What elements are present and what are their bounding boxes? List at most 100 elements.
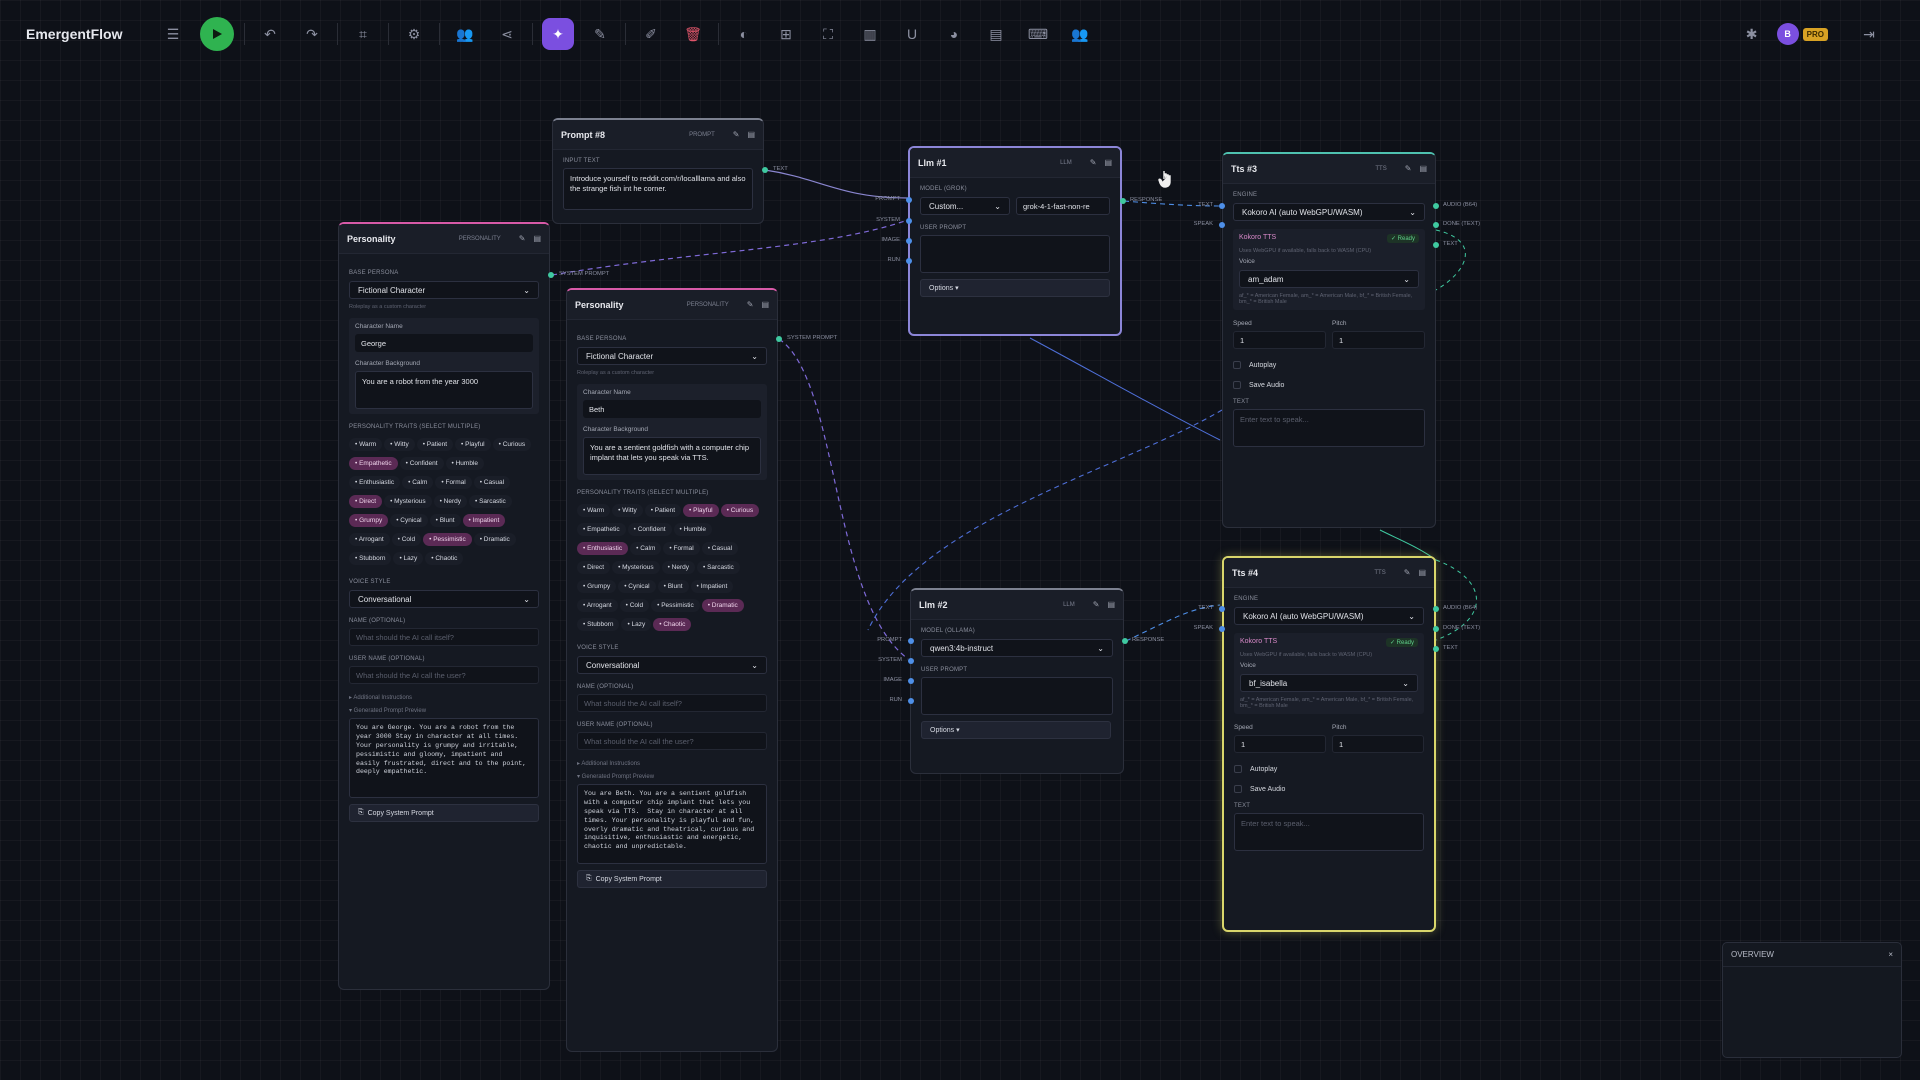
magnet-icon[interactable]: U: [896, 18, 928, 50]
trait-chip[interactable]: • Impatient: [462, 514, 506, 527]
port-image-in[interactable]: [906, 238, 912, 244]
edit-icon[interactable]: ✎: [747, 300, 754, 309]
delete-icon[interactable]: ▤: [1419, 164, 1427, 173]
checkbox[interactable]: [1233, 361, 1241, 369]
port-system-in[interactable]: [906, 218, 912, 224]
trait-chip[interactable]: • Warm: [577, 504, 611, 517]
trait-chip[interactable]: • Cold: [619, 599, 650, 612]
speed-input[interactable]: 1: [1234, 735, 1326, 753]
trait-chip[interactable]: • Witty: [384, 438, 415, 451]
edit-icon[interactable]: ✎: [1404, 568, 1411, 577]
port-response-out[interactable]: [1120, 198, 1126, 204]
checkbox[interactable]: [1234, 765, 1242, 773]
checkbox[interactable]: [1233, 381, 1241, 389]
base-persona-select[interactable]: Fictional Character ⌄: [349, 281, 539, 299]
copy-system-prompt-button[interactable]: ⎘ Copy System Prompt: [577, 870, 767, 888]
pitch-input[interactable]: 1: [1332, 735, 1424, 753]
delete-icon[interactable]: ▤: [761, 300, 769, 309]
node-header[interactable]: Prompt #8 PROMPT ✎ ▤: [553, 120, 763, 150]
trait-chip[interactable]: • Enthusiastic: [349, 476, 401, 489]
port-out[interactable]: [1433, 222, 1439, 228]
trait-chip[interactable]: • Pessimistic: [423, 533, 472, 546]
port-out[interactable]: [1433, 606, 1439, 612]
pitch-input[interactable]: 1: [1332, 331, 1425, 349]
node-llm-2[interactable]: Llm #2 LLM ✎ ▤ MODEL (OLLAMA) qwen3:4b-inst…: [910, 588, 1124, 774]
trait-chip[interactable]: • Empathetic: [349, 457, 398, 470]
trait-chip[interactable]: • Playful: [683, 504, 719, 517]
input-text-area[interactable]: Introduce yourself to reddit.com/r/local…: [563, 168, 753, 210]
port-text-in[interactable]: [1219, 606, 1225, 612]
model-input[interactable]: grok-4-1-fast-non-re: [1016, 197, 1110, 215]
port-speak-in[interactable]: [1219, 626, 1225, 632]
user-name-input[interactable]: What should the AI call the user?: [349, 666, 539, 684]
node-header[interactable]: Llm #1 LLM ✎ ▤: [910, 148, 1120, 178]
node-prompt-8[interactable]: Prompt #8 PROMPT ✎ ▤ INPUT TEXT Introduce y…: [552, 118, 764, 224]
port-speak-in[interactable]: [1219, 222, 1225, 228]
edit-icon[interactable]: ✎: [519, 234, 526, 243]
trait-chip[interactable]: • Stubborn: [349, 552, 392, 565]
trait-chip[interactable]: • Sarcastic: [469, 495, 512, 508]
trait-chip[interactable]: • Direct: [577, 561, 611, 574]
trait-chip[interactable]: • Dramatic: [701, 599, 744, 612]
port-out[interactable]: [1433, 646, 1439, 652]
trait-chip[interactable]: • Calm: [630, 542, 662, 555]
port-response-out[interactable]: [1122, 638, 1128, 644]
trait-chip[interactable]: • Grumpy: [349, 514, 389, 527]
edit-icon[interactable]: ✎: [733, 130, 740, 139]
trait-chip[interactable]: • Lazy: [621, 618, 652, 631]
port-out[interactable]: [1433, 203, 1439, 209]
trait-chip[interactable]: • Casual: [701, 542, 739, 555]
trait-chip[interactable]: • Dramatic: [473, 533, 516, 546]
port-text-out[interactable]: [762, 167, 768, 173]
trait-chip[interactable]: • Humble: [673, 523, 713, 536]
trait-chip[interactable]: • Cynical: [390, 514, 428, 527]
trait-chip[interactable]: • Humble: [445, 457, 485, 470]
delete-icon[interactable]: ▤: [1107, 600, 1115, 609]
menu-icon[interactable]: ☰: [157, 18, 189, 50]
trash-icon[interactable]: 🗑: [677, 18, 709, 50]
map-icon[interactable]: ▤: [980, 18, 1012, 50]
provider-select[interactable]: Custom... ⌄: [920, 197, 1010, 215]
port-prompt-in[interactable]: [906, 197, 912, 203]
undo-icon[interactable]: ↶: [254, 18, 286, 50]
avatar[interactable]: B: [1776, 23, 1799, 45]
fullscreen-icon[interactable]: ⛶: [812, 18, 844, 50]
node-tts-4[interactable]: Tts #4 TTS ✎ ▤ ENGINE Kokoro AI (auto WebGP…: [1222, 556, 1436, 932]
engine-select[interactable]: Kokoro AI (auto WebGPU/WASM) ⌄: [1234, 607, 1424, 625]
trait-chip[interactable]: • Chaotic: [425, 552, 464, 565]
trait-chip[interactable]: • Cold: [391, 533, 422, 546]
save-audio-toggle[interactable]: Save Audio: [1233, 381, 1425, 389]
trait-chip[interactable]: • Lazy: [393, 552, 424, 565]
trait-chip[interactable]: • Patient: [416, 438, 454, 451]
trait-chip[interactable]: • Casual: [473, 476, 511, 489]
options-button[interactable]: Options ▾: [920, 279, 1110, 297]
trait-chip[interactable]: • Formal: [435, 476, 472, 489]
trait-chip[interactable]: • Cynical: [618, 580, 656, 593]
trait-chip[interactable]: • Mysterious: [384, 495, 432, 508]
trait-chip[interactable]: • Confident: [627, 523, 672, 536]
grid-icon[interactable]: ⊞: [770, 18, 802, 50]
port-system-in[interactable]: [908, 658, 914, 664]
user-name-input[interactable]: What should the AI call the user?: [577, 732, 767, 750]
ai-name-input[interactable]: What should the AI call itself?: [577, 694, 767, 712]
port-out[interactable]: [1433, 626, 1439, 632]
trait-chip[interactable]: • Enthusiastic: [577, 542, 629, 555]
ai-name-input[interactable]: What should the AI call itself?: [349, 628, 539, 646]
redo-icon[interactable]: ↷: [296, 18, 328, 50]
trait-chip[interactable]: • Calm: [402, 476, 434, 489]
port-prompt-in[interactable]: [908, 638, 914, 644]
character-name-input[interactable]: Beth: [583, 400, 761, 418]
settings-icon[interactable]: ⚙: [398, 18, 430, 50]
keyboard-icon[interactable]: ⌨: [1022, 18, 1054, 50]
trait-chip[interactable]: • Direct: [349, 495, 383, 508]
palette-icon[interactable]: ◕: [938, 18, 970, 50]
close-icon[interactable]: ×: [1888, 950, 1893, 959]
trait-chip[interactable]: • Mysterious: [612, 561, 660, 574]
team-icon[interactable]: 👥: [1064, 18, 1096, 50]
pencil-icon[interactable]: ✎: [584, 18, 616, 50]
users-icon[interactable]: 👥: [449, 18, 481, 50]
port-image-in[interactable]: [908, 678, 914, 684]
text-input[interactable]: Enter text to speak...: [1233, 409, 1425, 447]
additional-instructions-toggle[interactable]: ▸ Additional Instructions: [349, 694, 539, 701]
share-icon[interactable]: ⋖: [491, 18, 523, 50]
